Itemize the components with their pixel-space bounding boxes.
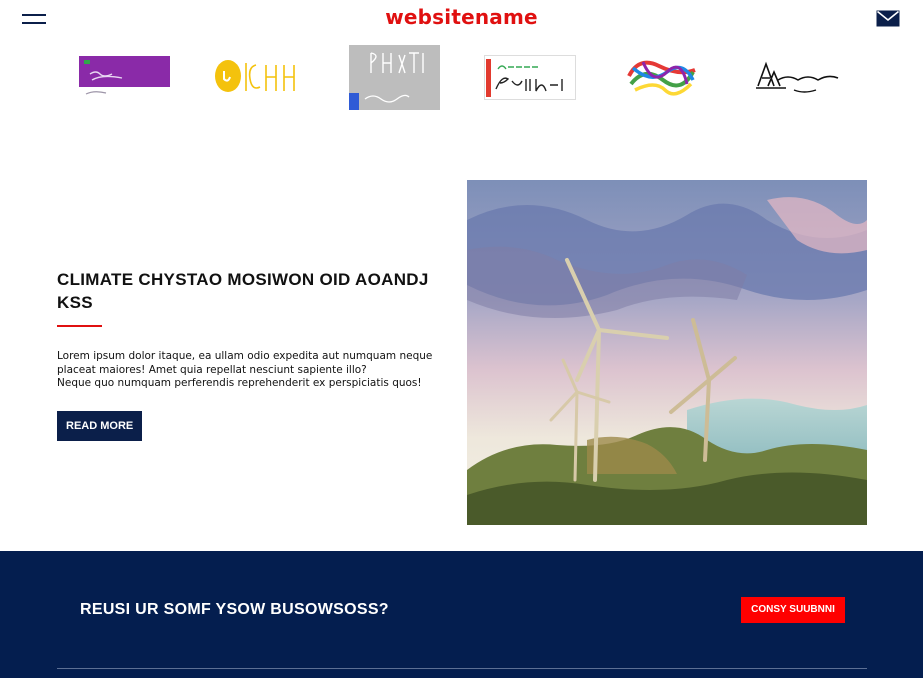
partner-logos [0, 42, 923, 114]
read-more-button[interactable]: READ MORE [57, 410, 143, 441]
footer-divider [57, 668, 867, 669]
envelope-icon[interactable] [876, 10, 900, 27]
partner-logo-4 [484, 55, 576, 100]
cta-button[interactable]: CONSY SUUBNNI [741, 597, 845, 623]
feature-section: CLIMATE CHYSTAO MOSIWON OID AOANDJ KSS L… [57, 268, 447, 441]
site-header: websitename [0, 0, 923, 40]
feature-body-line: Lorem ipsum dolor itaque, ea ullam odio … [57, 350, 433, 376]
cta-heading: REUSI UR SOMF YSOW BUSOWSOSS? [80, 601, 389, 618]
partner-logo-2 [215, 60, 295, 92]
partner-logo-1 [79, 56, 170, 95]
feature-body: Lorem ipsum dolor itaque, ea ullam odio … [57, 350, 447, 391]
cta-banner: REUSI UR SOMF YSOW BUSOWSOSS? CONSY SUUB… [0, 551, 923, 678]
site-logo-text[interactable]: websitename [0, 5, 923, 29]
title-divider [57, 325, 102, 327]
feature-body-line: Neque quo numquam perferendis reprehende… [57, 377, 422, 389]
feature-title: CLIMATE CHYSTAO MOSIWON OID AOANDJ KSS [57, 270, 429, 312]
partner-logo-6 [756, 61, 839, 93]
wind-turbines-painting [467, 180, 867, 525]
partner-logo-3 [349, 45, 440, 110]
partner-logo-5 [627, 60, 696, 96]
